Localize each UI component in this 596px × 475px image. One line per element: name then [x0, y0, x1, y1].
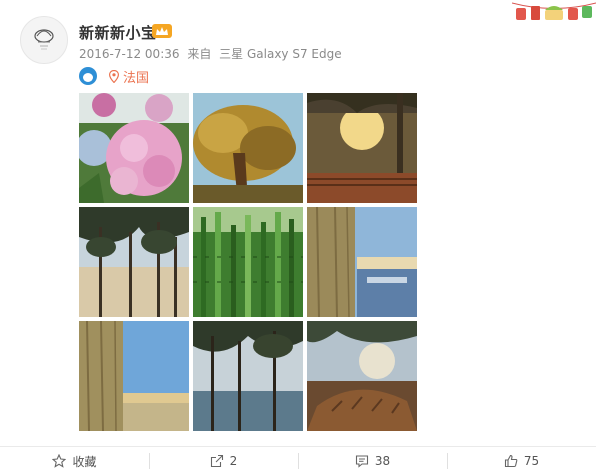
repost-count: 2 [229, 454, 238, 468]
location-link[interactable]: 法国 [123, 67, 149, 86]
photo-thumbnail[interactable] [193, 207, 303, 317]
photo-thumbnail[interactable] [79, 93, 189, 203]
action-bar: 收藏 2 38 75 [0, 446, 596, 475]
festive-decoration-icon [512, 2, 596, 20]
vip-crown-icon[interactable] [152, 24, 172, 38]
photo-thumbnail[interactable] [193, 321, 303, 431]
star-icon [52, 454, 67, 468]
post-meta: 2016-7-12 00:36 来自 三星 Galaxy S7 Edge [79, 45, 346, 62]
comment-button[interactable]: 38 [298, 447, 447, 475]
photo-thumbnail[interactable] [79, 321, 189, 431]
location-pin-icon [109, 69, 119, 83]
thumbs-up-icon [504, 454, 518, 468]
via-prefix: 来自 [187, 47, 212, 61]
doraemon-icon [79, 67, 97, 85]
favorite-label: 收藏 [72, 454, 97, 469]
comment-count: 38 [374, 454, 391, 468]
location-row: 法国 [79, 66, 149, 86]
repost-icon [210, 454, 224, 468]
favorite-button[interactable]: 收藏 [0, 447, 149, 475]
like-count: 75 [523, 454, 540, 468]
like-button[interactable]: 75 [447, 447, 596, 475]
device-name[interactable]: 三星 Galaxy S7 Edge [219, 47, 341, 61]
avatar-illustration-icon [34, 29, 54, 50]
photo-thumbnail[interactable] [79, 207, 189, 317]
username[interactable]: 新新新小宝 [79, 22, 157, 43]
photo-thumbnail[interactable] [307, 321, 417, 431]
photo-thumbnail[interactable] [307, 207, 417, 317]
avatar[interactable] [20, 16, 68, 64]
photo-thumbnail[interactable] [193, 93, 303, 203]
photo-thumbnail[interactable] [307, 93, 417, 203]
weibo-post: 新新新小宝 2016-7-12 00:36 来自 三星 Galaxy S7 Ed… [0, 0, 596, 474]
repost-button[interactable]: 2 [149, 447, 298, 475]
post-time[interactable]: 2016-7-12 00:36 [79, 47, 180, 61]
comment-icon [355, 454, 369, 468]
